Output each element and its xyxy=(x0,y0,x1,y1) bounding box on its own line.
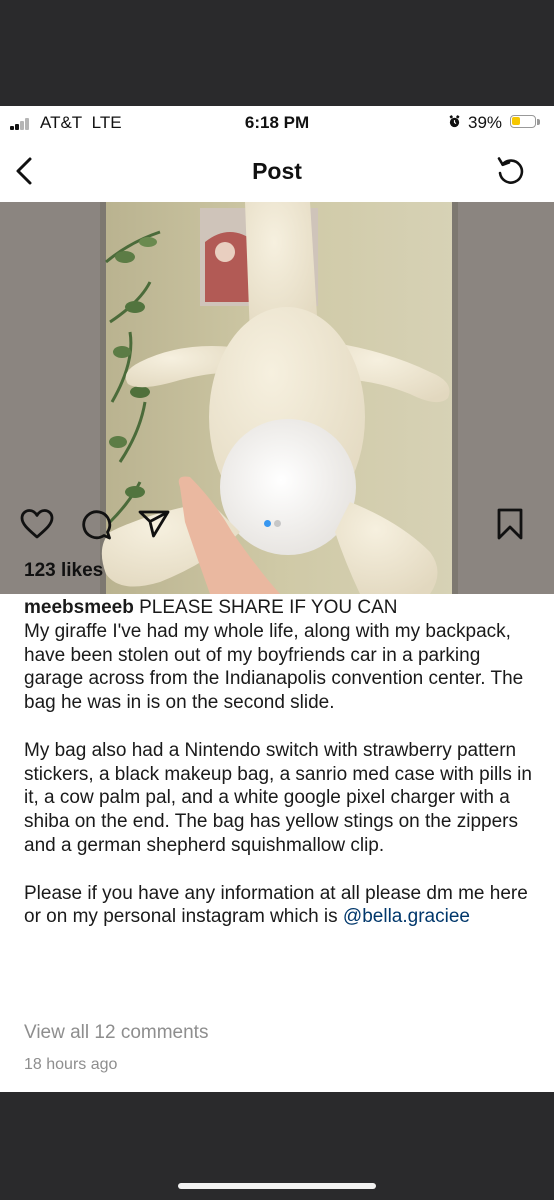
share-icon[interactable] xyxy=(138,509,170,539)
battery-icon xyxy=(510,115,536,128)
username[interactable]: meebsmeeb xyxy=(24,597,134,618)
home-indicator[interactable] xyxy=(178,1183,376,1189)
post-timestamp: 18 hours ago xyxy=(24,1056,118,1073)
battery-cap xyxy=(537,119,540,125)
caption-headline: PLEASE SHARE IF YOU CAN xyxy=(139,597,398,618)
top-bezel xyxy=(0,0,554,106)
mention-link[interactable]: @bella.graciee xyxy=(343,906,470,927)
battery-fill xyxy=(512,117,520,125)
caption-paragraph-1: My giraffe I've had my whole life, along… xyxy=(24,620,524,714)
status-bar: AT&T LTE 6:18 PM 39% xyxy=(0,106,554,140)
caption-first-line: meebsmeeb PLEASE SHARE IF YOU CAN xyxy=(24,596,534,620)
carousel-indicator xyxy=(264,520,294,528)
caption-paragraph-2: My bag also had a Nintendo switch with s… xyxy=(24,739,532,856)
carousel-dot xyxy=(264,520,271,527)
carousel-dot xyxy=(274,520,281,527)
post-actions xyxy=(0,506,554,546)
bookmark-icon[interactable] xyxy=(496,508,524,540)
view-comments-link[interactable]: View all 12 comments xyxy=(24,1022,208,1044)
likes-count[interactable]: 123 likes xyxy=(24,560,103,582)
comment-icon[interactable] xyxy=(80,508,112,540)
alarm-icon xyxy=(449,115,460,128)
heart-icon[interactable] xyxy=(20,508,54,540)
page-title: Post xyxy=(252,158,302,184)
refresh-icon[interactable] xyxy=(494,154,528,188)
post-caption: meebsmeeb PLEASE SHARE IF YOU CAN My gir… xyxy=(24,596,534,929)
phone-screen: AT&T LTE 6:18 PM 39% Post 123 likes meeb… xyxy=(0,106,554,1092)
caption-paragraph-3: Please if you have any information at al… xyxy=(24,882,534,930)
battery-percent: 39% xyxy=(468,113,503,132)
post-header: Post xyxy=(0,146,554,202)
